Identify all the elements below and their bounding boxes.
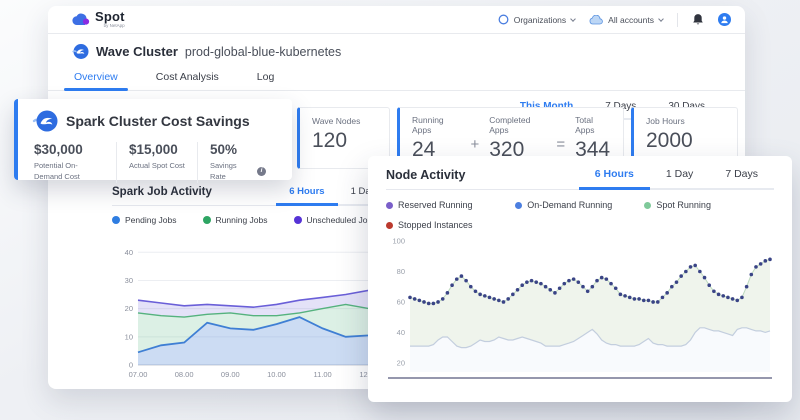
spark-panel-title: Spark Job Activity (112, 186, 212, 198)
svg-text:100: 100 (392, 237, 405, 246)
plus-operator: + (470, 135, 480, 153)
on-demand-running-dot-icon (515, 201, 523, 209)
organizations-dropdown[interactable]: Organizations (498, 14, 576, 25)
legend-pending-jobs: Pending Jobs (112, 215, 177, 225)
tab-overview[interactable]: Overview (64, 67, 128, 91)
tab-log[interactable]: Log (255, 67, 277, 90)
savings-rate: 50% Savings Rate i (197, 142, 278, 183)
node-tab-1-day[interactable]: 1 Day (650, 168, 709, 188)
spot-running-dot-icon (644, 201, 652, 209)
pending-jobs-dot-icon (112, 216, 120, 224)
user-avatar[interactable] (718, 13, 731, 26)
person-icon (721, 16, 728, 24)
cluster-name: prod-global-blue-kubernetes (184, 44, 342, 59)
organizations-label: Organizations (513, 14, 567, 25)
svg-text:60: 60 (397, 297, 405, 306)
main-tab-bar: Overview Cost Analysis Log (48, 67, 745, 91)
stopped-instances-dot-icon (386, 221, 393, 229)
tab-cost-analysis[interactable]: Cost Analysis (154, 67, 221, 90)
potential-on-demand-cost: $30,000 Potential On-Demand Cost (34, 142, 83, 182)
svg-text:40: 40 (125, 248, 133, 257)
svg-text:20: 20 (125, 304, 133, 313)
svg-text:10: 10 (125, 332, 133, 341)
notifications-bell-icon[interactable] (692, 13, 704, 26)
accounts-label: All accounts (608, 14, 654, 25)
node-activity-chart: 20 40 60 80 100 (388, 237, 772, 379)
legend-unscheduled-jobs: Unscheduled Jobs (293, 215, 376, 225)
page-title: Wave Cluster (96, 44, 178, 59)
logo-subtitle: by NetApp (103, 23, 125, 29)
logo-name: Spot (95, 9, 125, 25)
spark-tab-6-hours[interactable]: 6 Hours (276, 186, 338, 206)
total-apps: Total Apps 344 (575, 114, 611, 161)
cluster-header: Wave Cluster prod-global-blue-kubernetes (48, 34, 745, 67)
completed-apps: Completed Apps 320 (489, 114, 531, 161)
node-activity-card: Node Activity 6 Hours 1 Day 7 Days Reser… (368, 156, 792, 402)
unscheduled-jobs-dot-icon (293, 216, 302, 224)
node-tab-6-hours[interactable]: 6 Hours (578, 168, 650, 190)
legend-on-demand-running: On-Demand Running (515, 200, 644, 210)
svg-text:20: 20 (397, 358, 405, 367)
svg-text:09.00: 09.00 (221, 370, 240, 379)
legend-spot-running: Spot Running (644, 200, 773, 210)
actual-spot-cost: $15,000 Actual Spot Cost (116, 142, 197, 183)
svg-text:07.00: 07.00 (129, 370, 148, 379)
savings-card-title: Spark Cluster Cost Savings (66, 113, 250, 129)
spark-cluster-cost-savings-card: Spark Cluster Cost Savings $30,000 Poten… (14, 99, 292, 183)
node-panel-tabs: 6 Hours 1 Day 7 Days (578, 168, 774, 190)
reserved-running-dot-icon (386, 201, 393, 209)
wave-icon (32, 110, 58, 132)
svg-text:0: 0 (129, 361, 133, 370)
svg-text:30: 30 (125, 276, 133, 285)
topbar-divider (677, 12, 678, 27)
cloud-icon (589, 14, 603, 24)
wave-cluster-icon (72, 44, 89, 59)
svg-text:80: 80 (397, 267, 405, 276)
legend-stopped-instances: Stopped Instances (386, 220, 515, 230)
node-legend-row-1: Reserved Running On-Demand Running Spot … (386, 200, 774, 210)
legend-running-jobs: Running Jobs (202, 215, 268, 225)
node-panel-title: Node Activity (386, 168, 466, 182)
running-jobs-dot-icon (202, 216, 211, 224)
spot-cloud-logo-icon (72, 13, 90, 26)
running-apps: Running Apps 24 (412, 114, 444, 161)
info-icon[interactable]: i (257, 166, 266, 176)
node-legend-row-2: Stopped Instances (386, 220, 774, 230)
chevron-down-icon (658, 15, 664, 22)
top-navbar: Spot by NetApp Organizations All account… (48, 6, 745, 34)
equals-operator: = (556, 135, 566, 153)
svg-text:40: 40 (397, 328, 405, 337)
svg-text:08.00: 08.00 (175, 370, 194, 379)
spot-logo[interactable]: Spot by NetApp (72, 10, 125, 29)
svg-text:10.00: 10.00 (267, 370, 286, 379)
organization-icon (498, 14, 509, 25)
svg-text:11.00: 11.00 (314, 370, 332, 379)
legend-reserved-running: Reserved Running (386, 200, 515, 210)
accounts-dropdown[interactable]: All accounts (589, 14, 664, 25)
chevron-down-icon (570, 15, 576, 22)
node-tab-7-days[interactable]: 7 Days (709, 168, 774, 188)
